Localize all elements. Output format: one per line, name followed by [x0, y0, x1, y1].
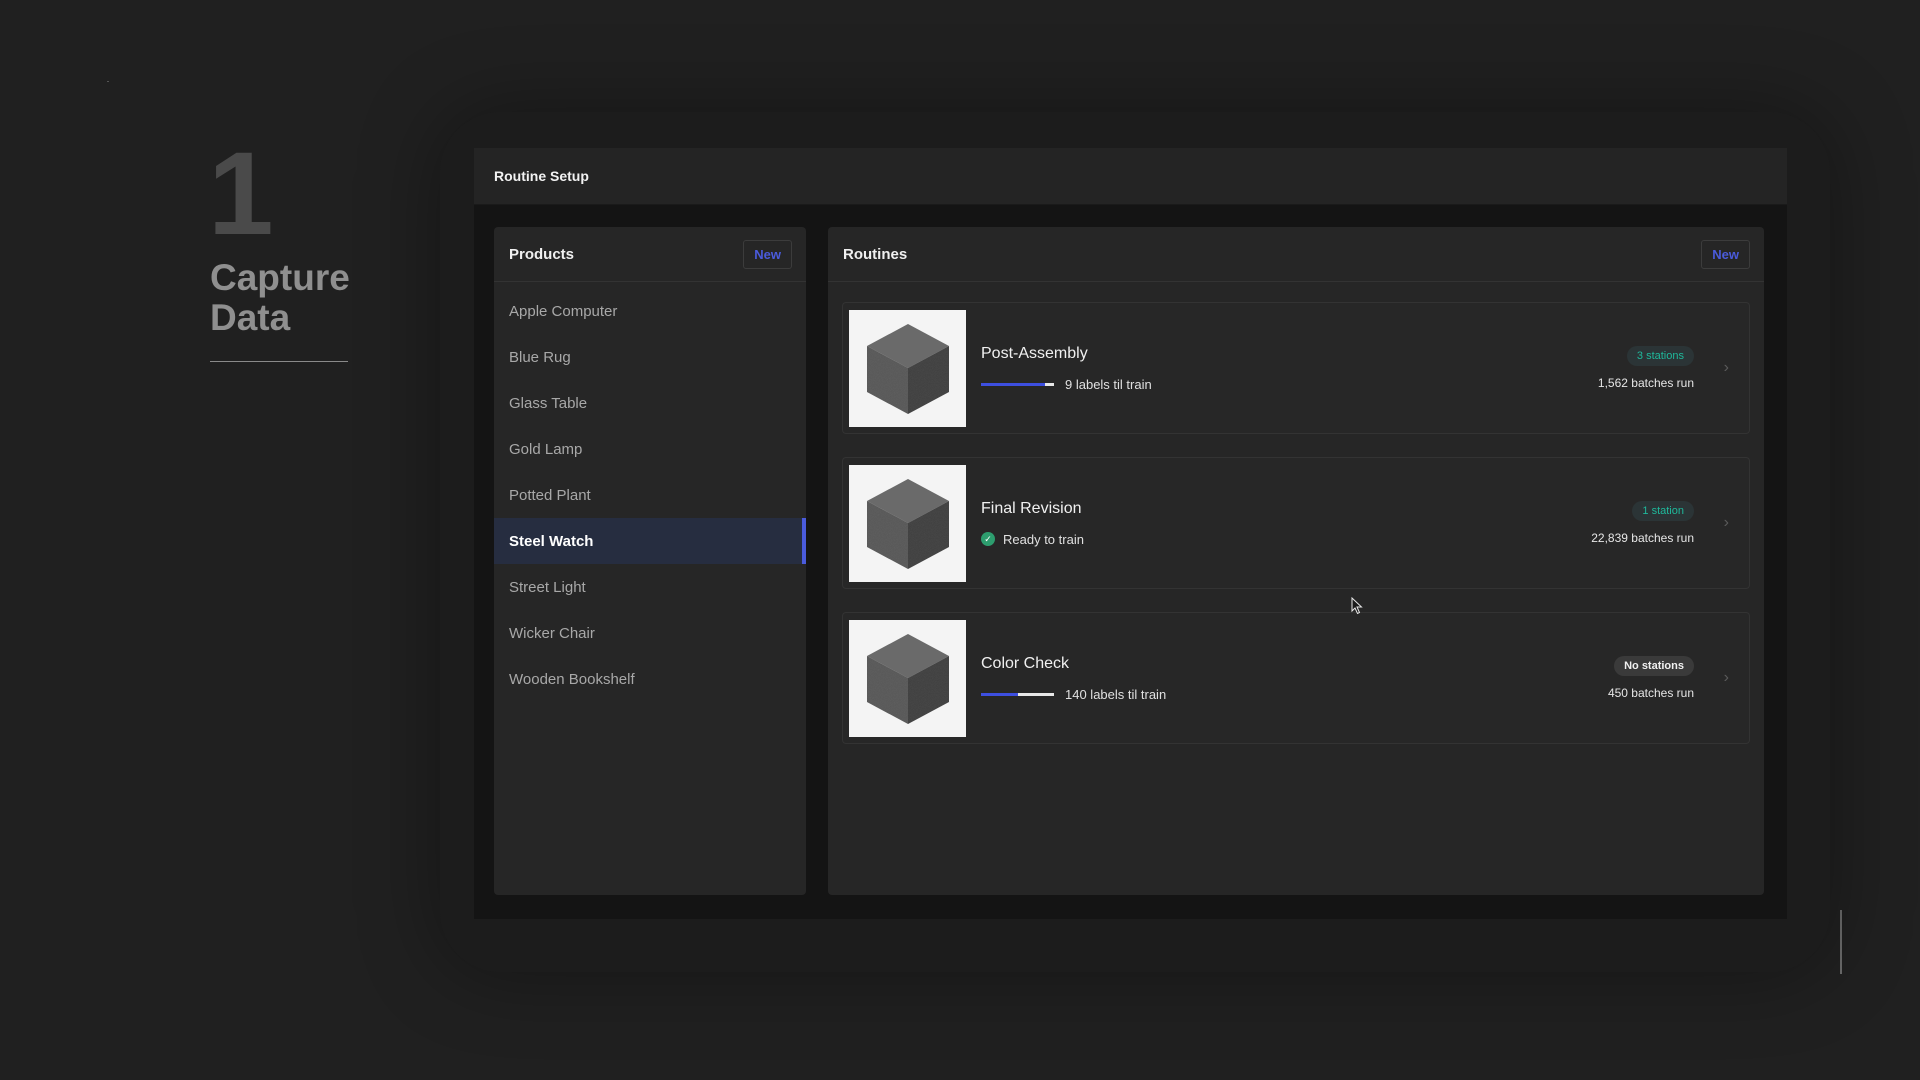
routine-name: Final Revision: [981, 499, 1082, 517]
batches-count: 450 batches run: [1607, 686, 1694, 700]
routine-meta: No stations 450 batches run: [1608, 656, 1694, 700]
decorative-dot: [107, 81, 109, 82]
window-title: Routine Setup: [494, 168, 589, 184]
product-item[interactable]: Blue Rug: [494, 334, 806, 380]
product-item[interactable]: Wicker Chair: [494, 610, 806, 656]
step-divider: [210, 361, 348, 362]
routine-status-row: 9 labels til train: [981, 377, 1598, 392]
new-product-button[interactable]: New: [743, 239, 792, 269]
batches-count: 22,839 batches run: [1591, 531, 1694, 545]
routine-list: Post-Assembly 9 labels til train 3 station…: [828, 282, 1764, 744]
routine-card[interactable]: Color Check 140 labels til train No statio…: [842, 612, 1750, 744]
routines-panel: Routines New Post-Assembly 9 labels til t…: [828, 227, 1764, 895]
routine-thumbnail: [849, 309, 966, 427]
routine-status-row: 140 labels til train: [981, 687, 1608, 702]
product-item[interactable]: Street Light: [494, 564, 806, 610]
routine-meta: 3 stations 1,562 batches run: [1598, 346, 1694, 390]
routine-thumbnail: [849, 464, 966, 582]
routine-name: Post-Assembly: [981, 344, 1088, 362]
product-item[interactable]: Wooden Bookshelf: [494, 656, 806, 702]
routine-info: Post-Assembly 9 labels til train: [981, 345, 1598, 392]
product-item[interactable]: Potted Plant: [494, 472, 806, 518]
page: 1 Capture Data Routine Setup Products Ne…: [0, 0, 1920, 1080]
product-item[interactable]: Gold Lamp: [494, 426, 806, 472]
routine-info: Final Revision ✓ Ready to train: [981, 500, 1591, 547]
step-number: 1: [208, 128, 274, 260]
stations-badge: 3 stations: [1626, 346, 1694, 366]
progress-fill: [981, 382, 1046, 386]
routine-status-row: ✓ Ready to train: [981, 532, 1591, 547]
routine-thumbnail: [849, 619, 966, 737]
routines-panel-header: Routines New: [828, 227, 1764, 282]
progress-bar: [981, 382, 1054, 386]
products-panel-header: Products New: [494, 227, 806, 282]
routine-info: Color Check 140 labels til train: [981, 655, 1608, 702]
routines-title: Routines: [843, 245, 908, 263]
routine-meta: 1 station 22,839 batches run: [1591, 501, 1694, 545]
routine-status: 9 labels til train: [1065, 376, 1152, 392]
product-item[interactable]: Apple Computer: [494, 288, 806, 334]
routine-card[interactable]: Final Revision ✓ Ready to train 1 station 22…: [842, 457, 1750, 589]
step-title: Capture Data: [210, 257, 350, 338]
products-title: Products: [509, 245, 575, 263]
stations-badge: 1 station: [1632, 501, 1694, 521]
stations-badge: No stations: [1614, 656, 1694, 676]
progress-fill: [981, 692, 1018, 696]
cube-icon: [866, 479, 949, 569]
product-list: Apple Computer Blue Rug Glass Table Gold La…: [494, 282, 806, 702]
chevron-right-icon[interactable]: ›: [1724, 514, 1729, 532]
product-item[interactable]: Glass Table: [494, 380, 806, 426]
products-panel: Products New Apple Computer Blue Rug Glass…: [494, 227, 806, 895]
product-item[interactable]: Steel Watch: [494, 518, 806, 564]
routine-status: 140 labels til train: [1065, 686, 1167, 702]
check-circle-icon: ✓: [981, 532, 995, 546]
cube-icon: [866, 324, 949, 414]
routine-name: Color Check: [981, 654, 1070, 672]
batches-count: 1,562 batches run: [1597, 376, 1694, 390]
chevron-right-icon[interactable]: ›: [1724, 359, 1729, 377]
window-header: Routine Setup: [474, 148, 1787, 205]
cube-icon: [866, 634, 949, 724]
app-window: Routine Setup Products New Apple Compute…: [474, 148, 1787, 919]
mouse-cursor-icon: [1351, 597, 1363, 615]
chevron-right-icon[interactable]: ›: [1724, 669, 1729, 687]
routine-card[interactable]: Post-Assembly 9 labels til train 3 station…: [842, 302, 1750, 434]
scroll-indicator: [1840, 910, 1842, 974]
new-routine-button[interactable]: New: [1701, 239, 1750, 269]
progress-bar: [981, 692, 1054, 696]
routine-status: Ready to train: [1003, 531, 1084, 547]
